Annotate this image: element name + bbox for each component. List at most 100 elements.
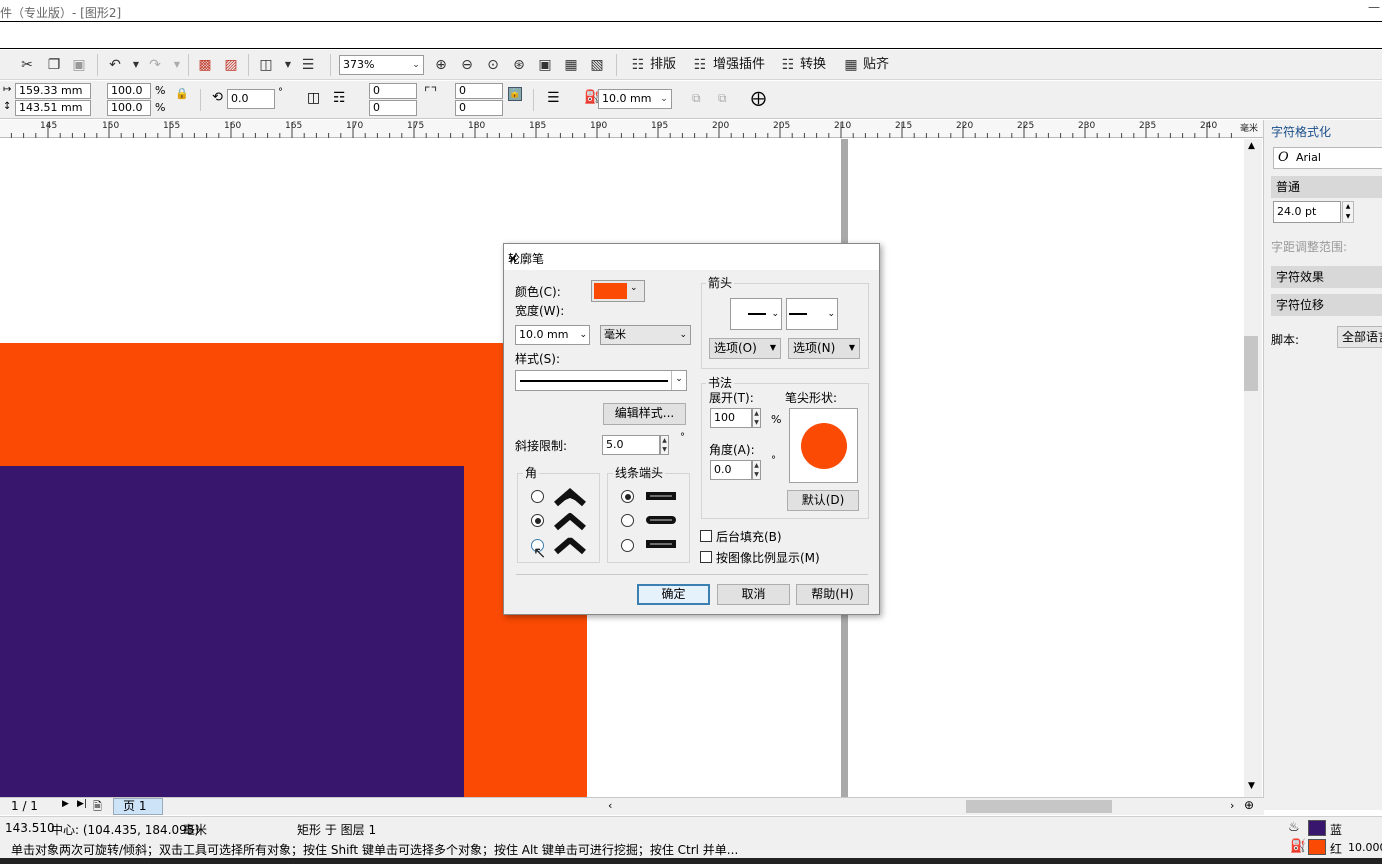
outline-width-combo[interactable]: 10.0 mm ⌄ [598,89,672,109]
object-width-field[interactable]: 159.33 mm [15,83,91,99]
color-picker[interactable]: ⌄ [591,280,645,302]
page-tab[interactable]: 页 1 [113,798,163,815]
corner-radius-3[interactable]: 0 [455,83,503,99]
corner-miter-radio[interactable] [531,490,544,503]
next-page-icon[interactable]: ▶ [62,799,69,809]
dialog-divider [516,574,868,575]
undo-icon[interactable]: ↶ [106,56,124,74]
behind-fill-checkbox[interactable] [700,530,712,542]
zoom-page-icon[interactable]: ▣ [536,56,554,74]
layout-button[interactable]: 排版 [650,56,676,74]
zoom-selected-icon[interactable]: ⊙ [484,56,502,74]
start-arrow-options-button[interactable]: 选项(O) ▼ [709,338,781,359]
arrow-line-preview [789,313,807,315]
horizontal-scroll-thumb[interactable] [966,800,1112,813]
add-page-icon[interactable]: 🗎 [93,798,102,817]
publish-icon[interactable]: ◫ [257,56,275,74]
publish-dropdown-icon[interactable]: ▼ [279,56,297,74]
stretch-spinner[interactable]: ▲ ▼ [752,408,761,428]
undo-dropdown-icon[interactable]: ▼ [127,56,145,74]
script-combo[interactable]: 全部语言 [1337,326,1382,348]
copy-icon[interactable]: ❐ [45,56,63,74]
zoom-combo[interactable]: 373% ⌄ [339,55,424,75]
zoom-nav-icon[interactable]: ⊕ [1244,798,1254,812]
zoom-all-icon[interactable]: ⊛ [510,56,528,74]
export-icon[interactable]: ▨ [222,56,240,74]
text-wrap-icon[interactable]: ☰ [547,90,560,106]
corner-round-radio[interactable] [531,514,544,527]
convert-icon[interactable]: ☷ [779,56,797,74]
snap-button[interactable]: 贴齐 [863,56,889,74]
scroll-up-icon[interactable]: ▲ [1248,141,1255,151]
vertical-scroll-thumb[interactable] [1244,336,1258,391]
scroll-right-icon[interactable]: › [1230,799,1234,812]
snap-icon[interactable]: ▦ [842,56,860,74]
scroll-left-icon[interactable]: ‹ [608,799,612,812]
redo-icon[interactable]: ↷ [146,56,164,74]
nib-shape-preview[interactable] [789,408,858,483]
scale-x-field[interactable]: 100.0 [107,83,151,99]
start-arrow-combo[interactable]: ⌄ [730,298,782,330]
end-arrow-options-button[interactable]: 选项(N) ▼ [788,338,860,359]
ok-button[interactable]: 确定 [637,584,710,605]
stretch-field[interactable]: 100 [710,408,752,428]
corner-radius-2[interactable]: 0 [369,100,417,116]
outline-color-swatch[interactable] [1308,839,1326,855]
edit-style-button[interactable]: 编辑样式... [603,403,686,425]
cap-square-radio[interactable] [621,539,634,552]
minimize-button[interactable]: — [1368,0,1380,14]
mirror-vertical-icon[interactable]: ☶ [333,90,346,106]
lock-ratio-icon[interactable]: 🔒 [175,87,189,100]
plugins-icon[interactable]: ☷ [691,56,709,74]
options-list-icon[interactable]: ☰ [299,56,317,74]
scale-with-image-checkbox[interactable] [700,551,712,563]
purple-rectangle[interactable] [0,466,464,797]
lock-corners-icon[interactable]: 🔒 [508,87,522,101]
zoom-in-icon[interactable]: ⊕ [432,56,450,74]
font-size-spinner[interactable]: ▲ ▼ [1342,201,1354,223]
zoom-out-icon[interactable]: ⊖ [458,56,476,74]
object-height-field[interactable]: 143.51 mm [15,100,91,116]
convert-button[interactable]: 转换 [800,56,826,74]
to-back-icon[interactable]: ⧉ [718,91,727,106]
help-button[interactable]: 帮助(H) [796,584,869,605]
angle-spinner[interactable]: ▲ ▼ [752,460,761,480]
convert-to-curves-icon[interactable]: ⨁ [751,89,766,107]
redo-dropdown-icon[interactable]: ▼ [168,56,186,74]
mirror-horizontal-icon[interactable]: ◫ [307,90,320,106]
fill-bucket-icon: ♨ [1288,820,1300,835]
unit-combo[interactable]: 毫米 ⌄ [600,325,691,345]
cap-butt-radio[interactable] [621,490,634,503]
default-button[interactable]: 默认(D) [787,490,859,511]
cap-round-radio[interactable] [621,514,634,527]
fill-color-swatch[interactable] [1308,820,1326,836]
end-arrow-combo[interactable]: ⌄ [786,298,838,330]
miter-limit-field[interactable]: 5.0 [602,435,660,455]
to-front-icon[interactable]: ⧉ [692,91,701,106]
zoom-height-icon[interactable]: ▧ [588,56,606,74]
import-icon[interactable]: ▩ [196,56,214,74]
angle-field[interactable]: 0.0 [710,460,752,480]
font-size-field[interactable]: 24.0 pt [1273,201,1341,223]
font-style-combo[interactable]: 普通 [1271,176,1382,198]
cancel-button[interactable]: 取消 [717,584,790,605]
plugins-button[interactable]: 增强插件 [713,56,765,74]
layout-icon[interactable]: ☷ [629,56,647,74]
zoom-width-icon[interactable]: ▦ [562,56,580,74]
corner-radius-1[interactable]: 0 [369,83,417,99]
last-page-icon[interactable]: ▶| [77,799,87,809]
miter-spinner[interactable]: ▲ ▼ [660,435,669,455]
close-icon[interactable]: ✕ [508,250,871,268]
paste-icon[interactable]: ▣ [70,56,88,74]
scroll-down-icon[interactable]: ▼ [1248,781,1255,791]
character-effects-header[interactable]: 字符效果 [1271,266,1382,288]
corner-radius-4[interactable]: 0 [455,100,503,116]
scale-y-field[interactable]: 100.0 [107,100,151,116]
rotation-field[interactable]: 0.0 [227,89,275,109]
font-combo[interactable]: O Arial [1273,147,1382,169]
character-offset-header[interactable]: 字符位移 [1271,294,1382,316]
line-style-combo[interactable]: ⌄ [515,370,687,391]
cut-icon[interactable]: ✂ [18,56,36,74]
outline-width-field[interactable]: 10.0 mm ⌄ [515,325,590,345]
vertical-scrollbar[interactable]: ▲ ▼ [1244,139,1262,797]
